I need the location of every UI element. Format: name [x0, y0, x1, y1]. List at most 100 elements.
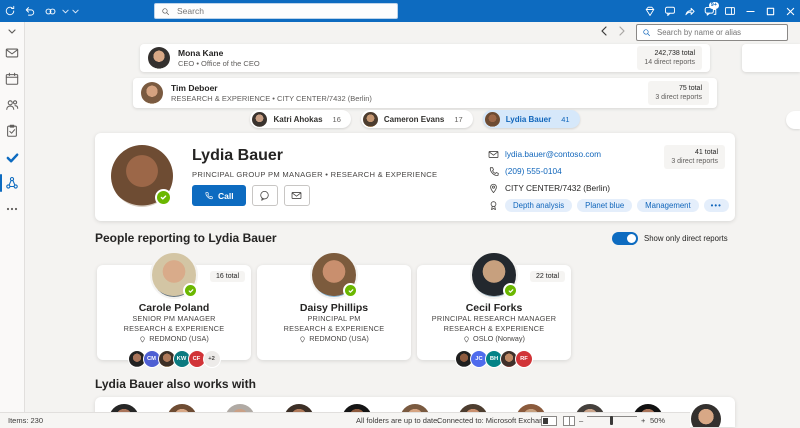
call-button-label: Call	[218, 190, 234, 201]
peer-chip-katri-ahokas[interactable]: Katri Ahokas 16	[250, 110, 351, 128]
chevron-down-icon[interactable]	[60, 0, 70, 22]
sidebar-item-todo[interactable]	[0, 144, 24, 170]
avatar	[362, 111, 378, 127]
profile-location: CITY CENTER/7432 (Berlin)	[505, 183, 610, 193]
profile-email-link[interactable]: lydia.bauer@contoso.com	[505, 149, 601, 159]
zoom-level: 50%	[650, 416, 666, 425]
close-button[interactable]	[780, 0, 800, 22]
ribbon-search-box[interactable]	[154, 3, 398, 19]
email-button[interactable]	[283, 185, 310, 206]
hierarchy-row-tim-deboer[interactable]: Tim Deboer RESEARCH & EXPERIENCE • CITY …	[133, 78, 717, 108]
person-name: Tim Deboer	[171, 83, 218, 93]
avatar	[252, 111, 268, 127]
profile-tag[interactable]: Depth analysis	[505, 198, 573, 212]
report-location: REDMOND (USA)	[149, 334, 209, 343]
profile-phone-link[interactable]: (209) 555-0104	[505, 166, 562, 176]
hierarchy-row-mona-kane[interactable]: Mona Kane CEO • Office of the CEO 242,73…	[140, 44, 710, 72]
people-search-box[interactable]	[636, 24, 788, 41]
report-name: Daisy Phillips	[299, 302, 369, 314]
report-org: RESEARCH & EXPERIENCE	[123, 324, 225, 333]
more-icon[interactable]	[0, 196, 24, 222]
peer-count: 16	[332, 114, 341, 124]
diamond-icon[interactable]	[640, 0, 660, 22]
zoom-out-button[interactable]: –	[579, 416, 583, 425]
sidebar-item-mail[interactable]	[0, 40, 24, 66]
share-icon[interactable]	[680, 0, 700, 22]
chat-button[interactable]	[251, 185, 278, 206]
sidebar-item-tasks[interactable]	[0, 118, 24, 144]
minimize-button[interactable]	[740, 0, 760, 22]
totals-badge: 242,738 total 14 direct reports	[637, 46, 702, 70]
team-avatars: JC BH RF	[417, 350, 571, 368]
profile-card: Lydia Bauer PRINCIPAL GROUP PM MANAGER •…	[95, 133, 735, 221]
toggle-label: Show only direct reports	[644, 234, 728, 243]
profile-title: PRINCIPAL GROUP PM MANAGER • RESEARCH & …	[192, 170, 438, 179]
team-overflow-count: +2	[202, 350, 221, 368]
peer-chip-cameron-evans[interactable]: Cameron Evans 17	[360, 110, 473, 128]
report-card-daisy-phillips[interactable]: Daisy Phillips PRINCIPAL PM RESEARCH & E…	[257, 251, 411, 360]
direct-reports-count: 3 direct reports	[671, 158, 718, 165]
chat-bubbles-icon[interactable]: 9+	[700, 0, 720, 22]
panel-icon[interactable]	[720, 0, 740, 22]
peer-name: Katri Ahokas	[273, 114, 323, 124]
link-icon[interactable]	[40, 0, 60, 22]
total-badge: 16 total	[210, 271, 245, 282]
team-avatars: CM KW CF +2	[97, 350, 251, 368]
maximize-button[interactable]	[760, 0, 780, 22]
report-title: SENIOR PM MANAGER	[132, 314, 216, 323]
back-button[interactable]	[600, 26, 608, 36]
sync-icon[interactable]	[0, 0, 20, 22]
people-search-input[interactable]	[655, 27, 782, 38]
sidebar-item-org-explorer[interactable]	[0, 170, 24, 196]
partial-chip	[786, 111, 800, 129]
report-location: REDMOND (USA)	[309, 334, 369, 343]
items-count: Items: 230	[8, 416, 44, 425]
sidebar-item-calendar[interactable]	[0, 66, 24, 92]
sidebar-item-people[interactable]	[0, 92, 24, 118]
report-card-cecil-forks[interactable]: 22 total Cecil Forks PRINCIPAL RESEARCH …	[417, 251, 571, 368]
presence-available-icon	[343, 283, 358, 298]
search-input[interactable]	[175, 5, 391, 17]
forward-button[interactable]	[618, 26, 626, 36]
chat-sync-icon[interactable]	[660, 0, 680, 22]
location-icon	[299, 336, 306, 343]
report-card-carole-poland[interactable]: 16 total Carole Poland SENIOR PM MANAGER…	[97, 251, 251, 368]
direct-reports-toggle[interactable]	[612, 232, 638, 245]
app-sidebar	[0, 22, 25, 412]
person-name: Mona Kane	[178, 48, 224, 58]
section-heading-reports: People reporting to Lydia Bauer	[95, 231, 277, 245]
undo-icon[interactable]	[20, 0, 40, 22]
reading-pane-toggle-icon[interactable]	[541, 416, 557, 426]
avatar	[141, 82, 163, 104]
folders-status: All folders are up to date.	[356, 416, 440, 425]
report-location: OSLO (Norway)	[473, 334, 525, 343]
email-icon	[488, 149, 499, 160]
report-name: Carole Poland	[138, 302, 210, 314]
more-tags-button[interactable]: •••	[703, 198, 729, 212]
peer-chip-lydia-bauer[interactable]: Lydia Bauer 41	[482, 110, 580, 128]
profile-tag[interactable]: Management	[637, 198, 699, 212]
avatar	[148, 47, 170, 69]
total-count: 75 total	[679, 85, 702, 92]
call-button[interactable]: Call	[192, 185, 246, 206]
status-bar: Items: 230 All folders are up to date. C…	[0, 412, 690, 428]
profile-tag[interactable]: Planet blue	[577, 198, 633, 212]
book-view-icon[interactable]	[563, 416, 575, 426]
peer-name: Lydia Bauer	[505, 114, 552, 124]
person-subtitle: RESEARCH & EXPERIENCE • CITY CENTER/7432…	[171, 94, 372, 103]
total-count: 41 total	[695, 149, 718, 156]
chevron-down-icon[interactable]	[70, 0, 80, 22]
search-icon	[161, 7, 170, 16]
works-with-avatar[interactable]	[690, 404, 721, 427]
zoom-in-button[interactable]: +	[641, 416, 645, 425]
chevron-down-icon[interactable]	[8, 22, 16, 40]
report-title: PRINCIPAL PM	[307, 314, 361, 323]
zoom-slider-thumb[interactable]	[610, 416, 613, 425]
report-org: RESEARCH & EXPERIENCE	[283, 324, 385, 333]
chat-badge: 9+	[708, 2, 719, 9]
profile-name: Lydia Bauer	[192, 147, 283, 164]
peer-chips-row: Katri Ahokas 16 Cameron Evans 17 Lydia B…	[95, 110, 735, 130]
totals-badge: 41 total 3 direct reports	[664, 145, 725, 169]
total-badge: 22 total	[530, 271, 565, 282]
partial-card	[742, 44, 800, 72]
